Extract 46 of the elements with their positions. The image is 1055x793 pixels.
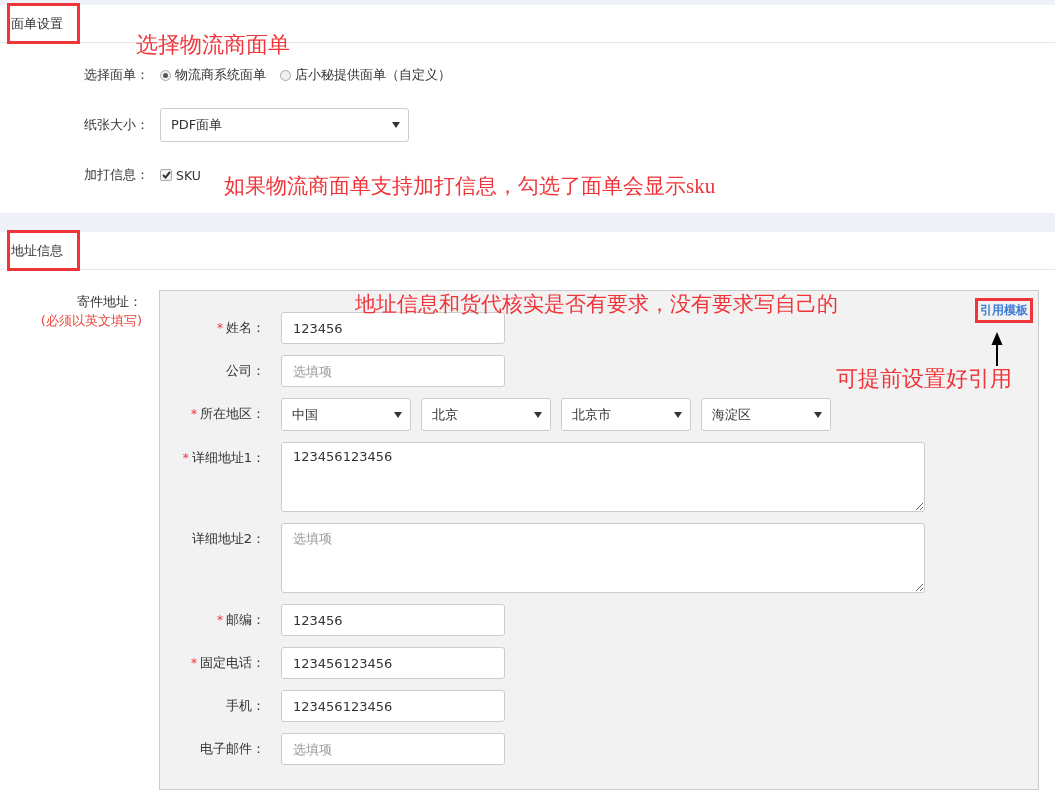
required-mark: * bbox=[217, 321, 223, 335]
caret-icon bbox=[392, 122, 400, 128]
input-field[interactable]: 123456123456 bbox=[281, 442, 925, 512]
section-title: 地址信息 bbox=[7, 230, 80, 271]
caret-icon bbox=[394, 411, 402, 418]
region-select[interactable]: 北京市 bbox=[561, 398, 691, 431]
paper-size-select[interactable]: PDF面单 bbox=[160, 108, 409, 142]
up-arrow bbox=[991, 332, 1003, 366]
caret-icon bbox=[534, 411, 542, 418]
field-label: 固定电话： bbox=[200, 654, 265, 672]
field-label: 公司： bbox=[226, 362, 265, 380]
field-note: (必须以英文填写) bbox=[40, 312, 142, 330]
required-mark: * bbox=[191, 407, 197, 421]
required-mark: * bbox=[191, 656, 197, 670]
field-label: 电子邮件： bbox=[200, 740, 265, 758]
region-select[interactable]: 北京 bbox=[421, 398, 551, 431]
field-label: 所在地区： bbox=[200, 405, 265, 423]
input-field[interactable]: 选填项 bbox=[281, 733, 505, 765]
field-label: 纸张大小： bbox=[84, 116, 150, 134]
field-label: 详细地址2： bbox=[191, 530, 265, 548]
checkbox-option[interactable]: SKU bbox=[160, 167, 201, 183]
field-label: 寄件地址： bbox=[77, 293, 142, 311]
region-select[interactable]: 海淀区 bbox=[701, 398, 831, 431]
required-mark: * bbox=[182, 451, 189, 465]
region-select[interactable]: 中国 bbox=[281, 398, 411, 431]
input-field[interactable]: 选填项 bbox=[281, 355, 505, 387]
template-button[interactable]: 引用模板 bbox=[975, 298, 1033, 323]
caret-icon bbox=[674, 411, 682, 418]
annotation-text: 如果物流商面单支持加打信息，勾选了面单会显示sku bbox=[224, 173, 716, 200]
required-mark: * bbox=[217, 613, 223, 627]
field-label: 详细地址1： bbox=[191, 449, 265, 467]
section-title: 面单设置 bbox=[7, 3, 80, 44]
annotation-text: 选择物流商面单 bbox=[136, 31, 290, 59]
radio-option[interactable]: 店小秘提供面单（自定义） bbox=[280, 66, 451, 84]
input-field[interactable]: 123456 bbox=[281, 604, 505, 636]
field-label: 加打信息： bbox=[84, 166, 150, 184]
caret-icon bbox=[814, 411, 822, 418]
annotation-text: 可提前设置好引用 bbox=[836, 365, 1012, 393]
field-label: 邮编： bbox=[226, 611, 265, 629]
input-field[interactable]: 123456123456 bbox=[281, 690, 505, 722]
radio-option[interactable]: 物流商系统面单 bbox=[160, 66, 266, 84]
field-label: 姓名： bbox=[226, 319, 265, 337]
input-field[interactable]: 123456123456 bbox=[281, 647, 505, 679]
field-label: 手机： bbox=[226, 697, 265, 715]
input-field[interactable]: 选填项 bbox=[281, 523, 925, 593]
field-label: 选择面单： bbox=[84, 66, 150, 84]
